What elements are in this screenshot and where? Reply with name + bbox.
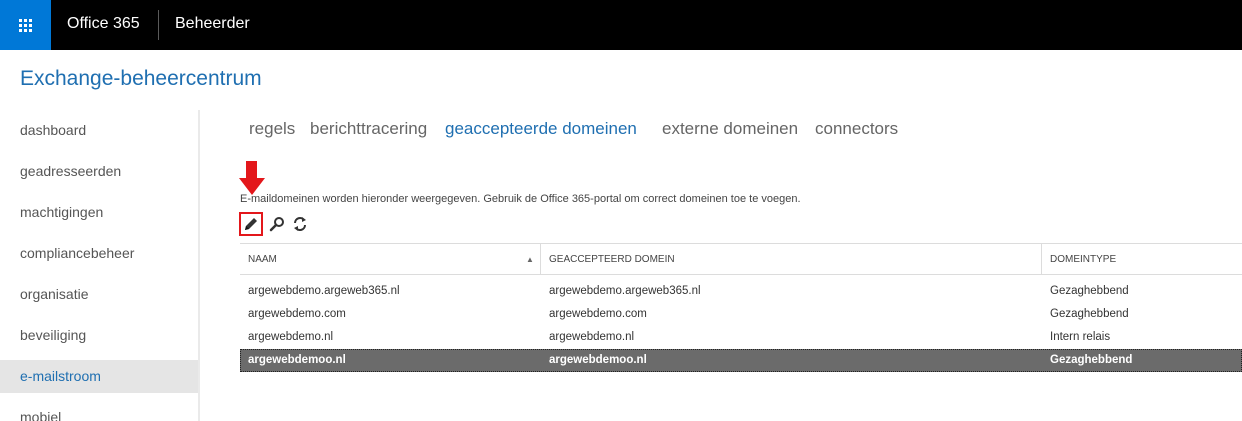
table-header: NAAM ▲ GEACCEPTEERD DOMEIN DOMEINTYPE bbox=[240, 243, 1242, 275]
tab-berichttracering[interactable]: berichttracering bbox=[310, 119, 427, 139]
waffle-icon bbox=[19, 18, 32, 32]
cell-type: Gezaghebbend bbox=[1050, 308, 1129, 320]
edit-pencil-icon bbox=[245, 218, 257, 230]
table-row-selected[interactable]: argewebdemoo.nl argewebdemoo.nl Gezagheb… bbox=[240, 349, 1242, 372]
column-header-domeintype[interactable]: DOMEINTYPE bbox=[1041, 244, 1242, 275]
topbar-divider bbox=[158, 10, 159, 40]
cell-domein: argewebdemo.com bbox=[549, 308, 647, 320]
search-button[interactable] bbox=[265, 212, 289, 236]
tab-externe-domeinen[interactable]: externe domeinen bbox=[662, 119, 798, 139]
refresh-button[interactable] bbox=[288, 212, 312, 236]
cell-domein: argewebdemo.argeweb365.nl bbox=[549, 285, 701, 297]
refresh-icon bbox=[294, 217, 306, 231]
sort-ascending-icon: ▲ bbox=[526, 255, 534, 264]
sidebar-item-machtigingen[interactable]: machtigingen bbox=[0, 196, 198, 229]
sidebar-item-beveiliging[interactable]: beveiliging bbox=[0, 319, 198, 352]
sidebar-item-geadresseerden[interactable]: geadresseerden bbox=[0, 155, 198, 188]
cell-type: Intern relais bbox=[1050, 331, 1111, 343]
table-row[interactable]: argewebdemo.argeweb365.nl argewebdemo.ar… bbox=[240, 280, 1242, 303]
table-row[interactable]: argewebdemo.com argewebdemo.com Gezagheb… bbox=[240, 303, 1242, 326]
table-body: argewebdemo.argeweb365.nl argewebdemo.ar… bbox=[240, 275, 1242, 372]
sidebar-item-e-mailstroom[interactable]: e-mailstroom bbox=[0, 360, 198, 393]
info-text: E-maildomeinen worden hieronder weergege… bbox=[240, 193, 801, 205]
cell-naam: argewebdemo.nl bbox=[248, 331, 334, 343]
role-label: Beheerder bbox=[175, 15, 250, 32]
sidebar-nav: dashboard geadresseerden machtigingen co… bbox=[0, 110, 200, 421]
sidebar-item-mobiel[interactable]: mobiel bbox=[0, 401, 198, 421]
tab-geaccepteerde-domeinen[interactable]: geaccepteerde domeinen bbox=[445, 119, 637, 139]
search-icon bbox=[269, 217, 284, 232]
cell-domein: argewebdemo.nl bbox=[549, 331, 635, 343]
cell-type: Gezaghebbend bbox=[1050, 285, 1129, 297]
sidebar-item-organisatie[interactable]: organisatie bbox=[0, 278, 198, 311]
cell-type: Gezaghebbend bbox=[1050, 354, 1133, 366]
brand-title[interactable]: Office 365 bbox=[67, 15, 140, 33]
domains-table: NAAM ▲ GEACCEPTEERD DOMEIN DOMEINTYPE ar… bbox=[240, 243, 1242, 372]
column-header-naam[interactable]: NAAM bbox=[240, 244, 540, 275]
page-title: Exchange-beheercentrum bbox=[20, 67, 262, 90]
column-header-geaccepteerd-domein[interactable]: GEACCEPTEERD DOMEIN bbox=[540, 244, 1041, 275]
annotation-arrow-shaft bbox=[246, 161, 257, 179]
top-bar: Office 365 Beheerder bbox=[0, 0, 1242, 50]
cell-naam: argewebdemo.com bbox=[248, 308, 346, 320]
cell-naam: argewebdemoo.nl bbox=[248, 354, 346, 366]
sidebar-item-dashboard[interactable]: dashboard bbox=[0, 114, 198, 147]
cell-naam: argewebdemo.argeweb365.nl bbox=[248, 285, 400, 297]
table-row[interactable]: argewebdemo.nl argewebdemo.nl Intern rel… bbox=[240, 326, 1242, 349]
tab-connectors[interactable]: connectors bbox=[815, 119, 898, 139]
cell-domein: argewebdemoo.nl bbox=[549, 354, 647, 366]
edit-button[interactable] bbox=[239, 212, 263, 236]
sidebar-item-compliancebeheer[interactable]: compliancebeheer bbox=[0, 237, 198, 270]
app-launcher-button[interactable] bbox=[0, 0, 51, 50]
tab-regels[interactable]: regels bbox=[249, 119, 295, 139]
